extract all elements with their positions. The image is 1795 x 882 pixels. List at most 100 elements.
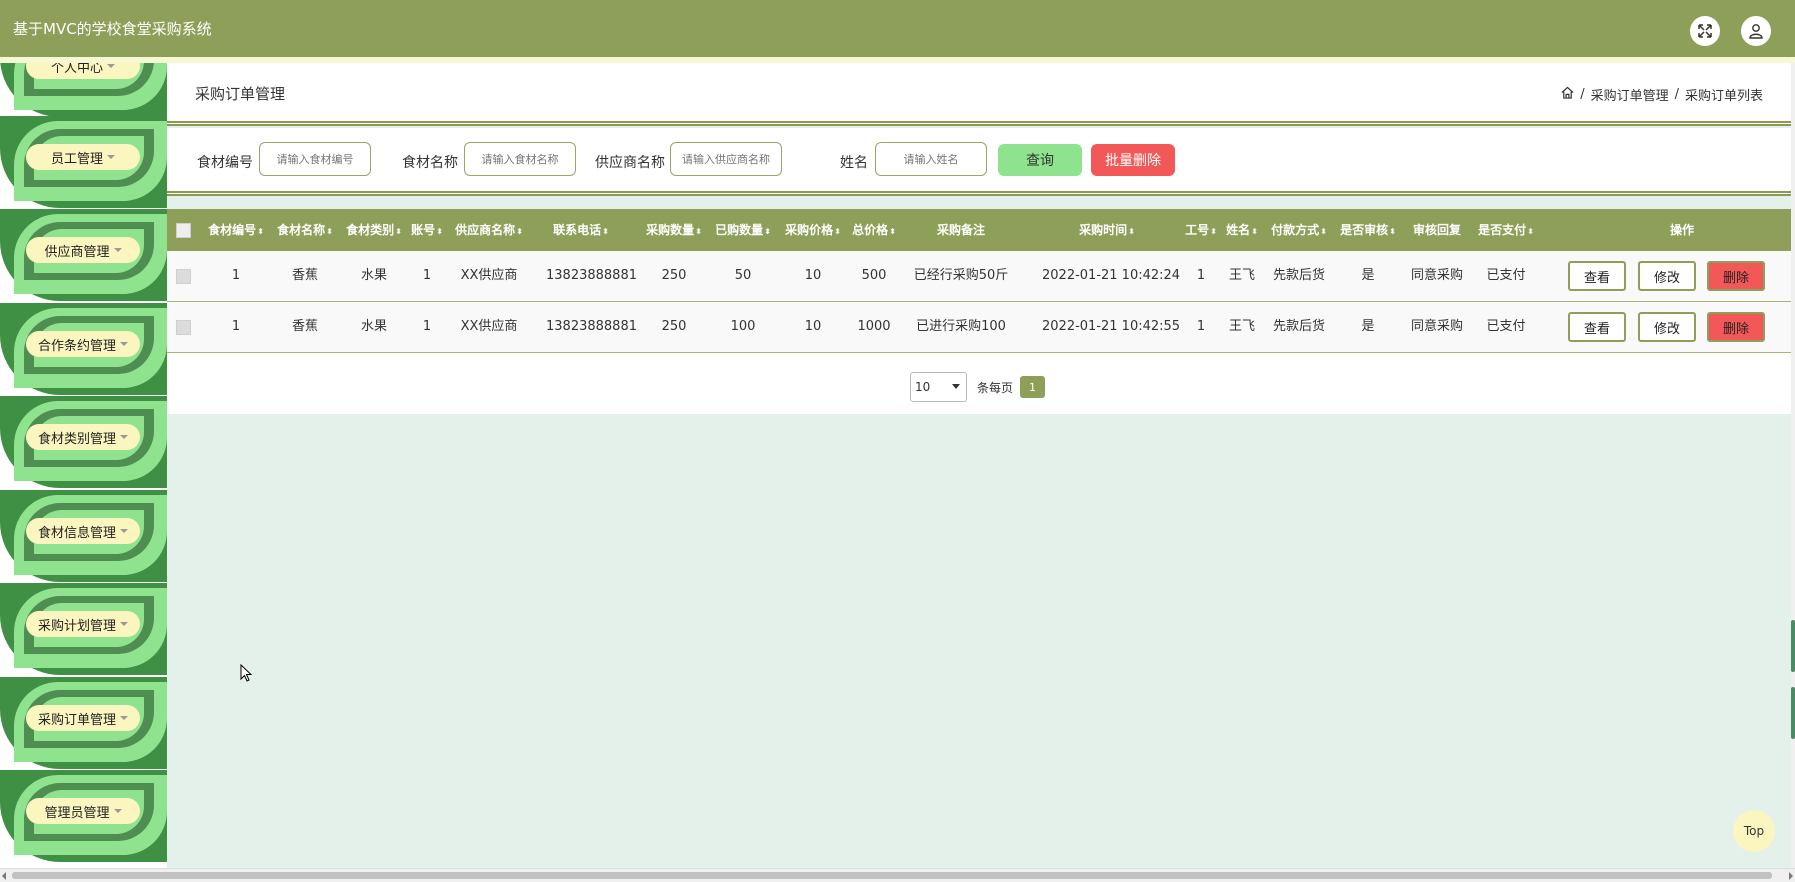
caret-down-icon xyxy=(107,64,115,68)
delete-button[interactable]: 删除 xyxy=(1707,312,1765,342)
col-header[interactable]: 总价格⬍ xyxy=(850,209,898,251)
table-row: 1 香蕉 水果 1 XX供应商 13823888881 250 100 10 1… xyxy=(167,302,1791,353)
caret-down-icon xyxy=(120,716,128,720)
page-size-select[interactable]: 10 xyxy=(910,372,967,402)
breadcrumb-item-order-list: 采购订单列表 xyxy=(1684,89,1763,104)
view-button[interactable]: 查看 xyxy=(1568,261,1626,291)
cell: 已经行采购50斤 xyxy=(913,268,1009,283)
horizontal-scrollbar[interactable] xyxy=(0,868,1795,882)
cell: 已进行采购100 xyxy=(916,319,1006,334)
col-header[interactable]: 食材类别⬍ xyxy=(345,209,403,251)
cell: 1 xyxy=(1196,319,1206,334)
chevron-down-icon xyxy=(952,384,960,389)
cell: 10 xyxy=(804,268,822,283)
edit-button[interactable]: 修改 xyxy=(1638,312,1696,342)
fullscreen-icon[interactable] xyxy=(1690,16,1720,46)
col-header[interactable]: 是否支付⬍ xyxy=(1474,209,1538,251)
sidebar-item-ingredient-category[interactable]: 食材类别管理 xyxy=(0,396,167,488)
caret-down-icon xyxy=(107,155,115,159)
sidebar-item-label: 采购订单管理 xyxy=(37,712,116,728)
cell: 250 xyxy=(661,319,687,334)
cell: 100 xyxy=(730,319,756,334)
col-header[interactable]: 付款方式⬍ xyxy=(1267,209,1331,251)
sidebar-item-label: 个人中心 xyxy=(50,63,103,76)
delete-button[interactable]: 删除 xyxy=(1707,261,1765,291)
supplier-name-input[interactable] xyxy=(670,142,782,176)
scroll-right-icon[interactable] xyxy=(1789,872,1793,880)
user-icon[interactable] xyxy=(1741,16,1771,46)
ingredient-name-input[interactable] xyxy=(464,142,576,176)
col-header[interactable]: 审核回复 xyxy=(1407,209,1467,251)
col-header[interactable]: 供应商名称⬍ xyxy=(454,209,524,251)
pagination: 10 条每页 1 xyxy=(167,370,1791,404)
sidebar-item-label: 食材类别管理 xyxy=(37,431,116,447)
col-header[interactable]: 账号⬍ xyxy=(410,209,444,251)
row-checkbox[interactable] xyxy=(176,269,191,284)
breadcrumb: / 采购订单管理 / 采购订单列表 xyxy=(1561,85,1763,104)
col-header[interactable]: 采购价格⬍ xyxy=(784,209,842,251)
sidebar-item-purchase-order[interactable]: 采购订单管理 xyxy=(0,677,167,769)
scroll-thumb[interactable] xyxy=(1791,620,1795,672)
sidebar-item-supplier[interactable]: 供应商管理 xyxy=(0,209,167,301)
col-header[interactable]: 食材编号⬍ xyxy=(207,209,265,251)
caret-down-icon xyxy=(120,529,128,533)
cell: 是 xyxy=(1361,268,1375,283)
mouse-cursor-icon xyxy=(240,663,253,686)
scroll-left-icon[interactable] xyxy=(2,872,6,880)
scroll-thumb[interactable] xyxy=(12,872,1772,879)
back-to-top-button[interactable]: Top xyxy=(1733,810,1775,852)
sidebar-item-contract[interactable]: 合作条约管理 xyxy=(0,303,167,395)
home-icon[interactable] xyxy=(1561,86,1574,103)
batch-delete-button[interactable]: 批量删除 xyxy=(1091,144,1175,176)
sidebar-item-label: 供应商管理 xyxy=(44,244,110,260)
query-button[interactable]: 查询 xyxy=(998,144,1082,176)
scroll-thumb[interactable] xyxy=(1791,687,1795,739)
cell: 250 xyxy=(661,268,687,283)
col-header[interactable]: 采购时间⬍ xyxy=(1042,209,1172,251)
cell: 13823888881 xyxy=(546,268,637,283)
caret-down-icon xyxy=(113,248,122,252)
cell: 先款后货 xyxy=(1272,268,1325,283)
col-header[interactable]: 姓名⬍ xyxy=(1222,209,1262,251)
view-button[interactable]: 查看 xyxy=(1568,312,1626,342)
edit-button[interactable]: 修改 xyxy=(1638,261,1696,291)
name-input[interactable] xyxy=(875,142,987,176)
cell: 同意采购 xyxy=(1410,268,1463,283)
sidebar-item-ingredient-info[interactable]: 食材信息管理 xyxy=(0,490,167,582)
breadcrumb-item-order-mgmt[interactable]: 采购订单管理 xyxy=(1591,85,1669,104)
sidebar-item-admin[interactable]: 管理员管理 xyxy=(0,770,167,862)
cell: 1 xyxy=(422,268,432,283)
divider xyxy=(167,121,1791,126)
sidebar-item-employee[interactable]: 员工管理 xyxy=(0,116,167,208)
row-checkbox[interactable] xyxy=(176,320,191,335)
col-header[interactable]: 采购数量⬍ xyxy=(645,209,703,251)
divider xyxy=(167,191,1791,196)
table-header: 食材编号⬍ 食材名称⬍ 食材类别⬍ 账号⬍ 供应商名称⬍ 联系电话⬍ 采购数量⬍… xyxy=(167,209,1791,251)
page-number-current[interactable]: 1 xyxy=(1020,376,1045,398)
app-title: 基于MVC的学校食堂采购系统 xyxy=(13,20,212,38)
select-all-checkbox[interactable] xyxy=(176,223,191,238)
cell: 1 xyxy=(231,268,241,283)
page-header: 采购订单管理 / 采购订单管理 / 采购订单列表 xyxy=(167,63,1791,123)
vertical-scrollbar[interactable] xyxy=(1791,63,1795,868)
col-header[interactable]: 工号⬍ xyxy=(1183,209,1219,251)
sidebar: 个人中心 员工管理 供应商管理 合作条约管理 食材类别管理 食材信息管理 采购计… xyxy=(0,63,167,868)
col-header[interactable]: 已购数量⬍ xyxy=(714,209,772,251)
col-header[interactable]: 采购备注 xyxy=(906,209,1016,251)
col-header[interactable]: 是否审核⬍ xyxy=(1336,209,1400,251)
cell: 水果 xyxy=(360,319,387,334)
sidebar-item-purchase-plan[interactable]: 采购计划管理 xyxy=(0,583,167,675)
cell: 10 xyxy=(804,319,822,334)
cell: 王飞 xyxy=(1228,268,1255,283)
cell: 50 xyxy=(734,268,752,283)
breadcrumb-separator: / xyxy=(1580,87,1585,102)
cell: 1000 xyxy=(857,319,891,334)
sidebar-item-label: 合作条约管理 xyxy=(37,338,116,354)
ingredient-no-input[interactable] xyxy=(259,142,371,176)
col-header[interactable]: 联系电话⬍ xyxy=(546,209,616,251)
col-header[interactable]: 食材名称⬍ xyxy=(276,209,334,251)
sidebar-item-personal-center[interactable]: 个人中心 xyxy=(0,63,167,117)
cell: 水果 xyxy=(360,268,387,283)
top-header: 基于MVC的学校食堂采购系统 xyxy=(0,0,1795,57)
sidebar-item-label: 员工管理 xyxy=(50,151,103,167)
